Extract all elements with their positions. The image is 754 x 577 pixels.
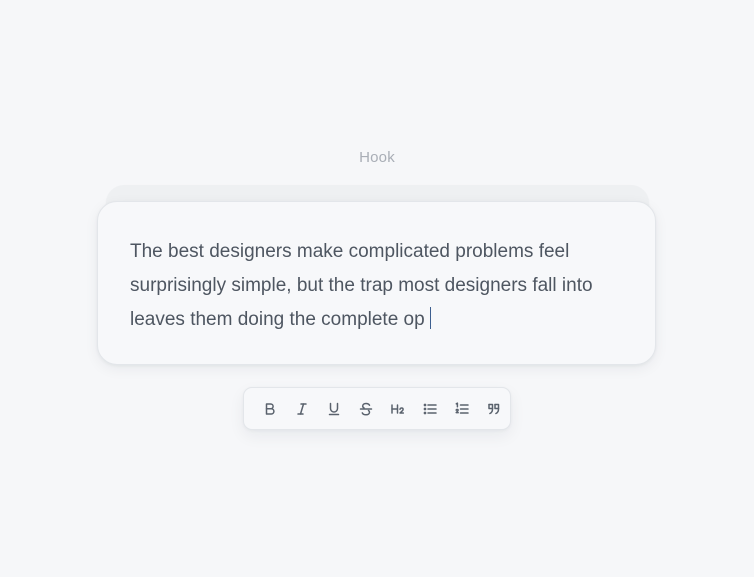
- editor-stage: Hook The best designers make complicated…: [0, 0, 754, 577]
- underline-icon: [328, 402, 340, 415]
- field-label: Hook: [359, 149, 395, 166]
- bold-icon: [265, 402, 275, 415]
- underline-button[interactable]: [318, 394, 350, 424]
- numbered-list-icon: [455, 401, 469, 414]
- bullet-list-icon: [423, 403, 437, 414]
- text-editor[interactable]: The best designers make complicated prob…: [97, 201, 656, 365]
- text-caret: [429, 307, 432, 329]
- italic-button[interactable]: [286, 394, 318, 424]
- formatting-toolbar: [243, 387, 511, 430]
- bullet-list-button[interactable]: [414, 394, 446, 424]
- quote-icon: [488, 403, 500, 414]
- italic-icon: [297, 402, 307, 415]
- bold-button[interactable]: [254, 394, 286, 424]
- quote-button[interactable]: [478, 394, 510, 424]
- strikethrough-icon: [359, 402, 373, 416]
- strikethrough-button[interactable]: [350, 394, 382, 424]
- editor-text: The best designers make complicated prob…: [130, 241, 593, 330]
- numbered-list-button[interactable]: [446, 394, 478, 424]
- heading-2-button[interactable]: [382, 394, 414, 424]
- editor-content[interactable]: The best designers make complicated prob…: [130, 235, 630, 337]
- heading-2-icon: [391, 403, 405, 414]
